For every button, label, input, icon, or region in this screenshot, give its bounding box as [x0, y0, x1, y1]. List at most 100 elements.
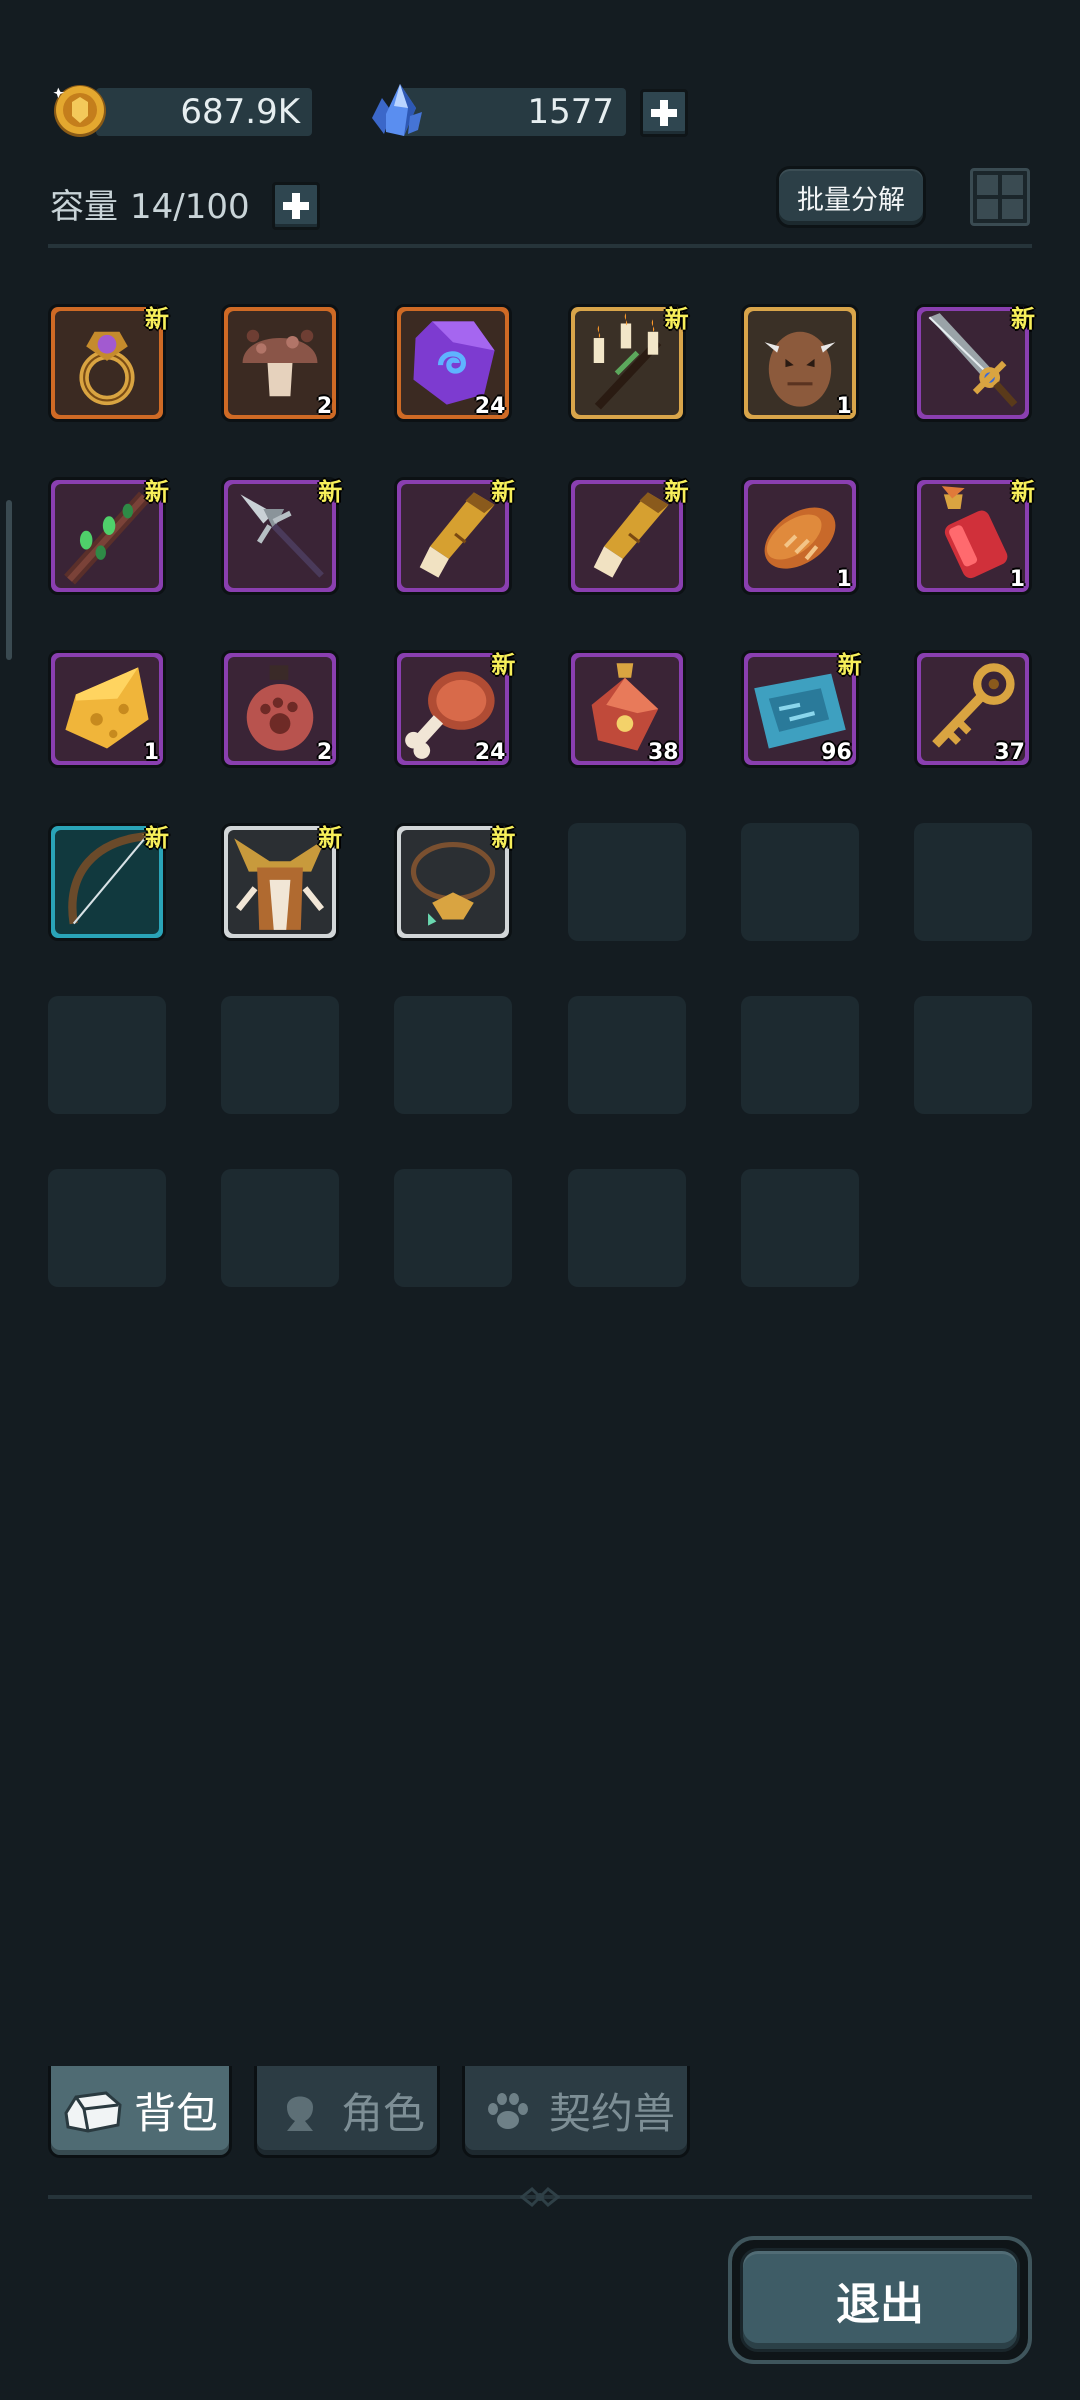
item-count: 37 — [994, 740, 1025, 765]
item-count: 38 — [647, 740, 679, 765]
empty-slot[interactable] — [740, 823, 859, 941]
new-badge: 新 — [145, 824, 169, 852]
new-badge: 新 — [1011, 478, 1035, 506]
inventory-slot-paw-potion[interactable]: 2 — [221, 650, 340, 768]
new-badge: 新 — [837, 651, 862, 679]
new-badge: 新 — [491, 478, 516, 506]
thorn-staff-icon — [64, 491, 150, 585]
bow-icon — [68, 832, 153, 925]
tab-backpack[interactable]: 背包 — [48, 2066, 232, 2158]
inventory-slot-golden-gauntlet-1[interactable]: 新 — [394, 477, 515, 595]
inventory-slot-ring[interactable]: 新 — [48, 304, 169, 422]
slot-frame — [574, 311, 679, 415]
empty-slot[interactable] — [567, 1169, 686, 1287]
tab-character[interactable]: 角色 — [254, 2066, 440, 2158]
inventory-slot-red-potion-flask[interactable]: 新1 — [914, 477, 1035, 595]
inventory-slot-golden-gauntlet-2[interactable]: 新 — [567, 477, 689, 595]
inventory-slot-purple-rune-stone[interactable]: 24 — [394, 304, 513, 422]
candle-staff-icon — [593, 313, 661, 410]
slot-frame — [574, 484, 679, 588]
item-count: 2 — [316, 394, 333, 419]
backpack-icon — [64, 2090, 122, 2133]
inventory-slot-candle-staff[interactable]: 新 — [567, 304, 689, 422]
empty-slot[interactable] — [914, 823, 1032, 941]
plus-icon — [651, 100, 677, 126]
new-badge: 新 — [491, 824, 516, 852]
slot-frame — [401, 830, 506, 934]
item-count: 1 — [836, 567, 852, 592]
empty-slot[interactable] — [740, 1169, 859, 1287]
empty-slot[interactable] — [48, 996, 166, 1114]
inventory-slot-bread[interactable]: 1 — [740, 477, 859, 595]
inventory-slot-meat-leg[interactable]: 新 24 — [394, 650, 515, 768]
slot-frame — [55, 830, 159, 934]
exit-button[interactable]: 退出 — [728, 2236, 1032, 2364]
inventory-slot-monster-egg[interactable]: 1 — [740, 304, 859, 422]
empty-slot[interactable] — [48, 1169, 166, 1287]
empty-slot[interactable] — [740, 996, 859, 1114]
gold-coin-icon — [53, 85, 106, 137]
new-badge: 新 — [318, 824, 343, 852]
amulet-icon — [411, 841, 496, 926]
slot-frame — [228, 484, 333, 588]
gem-amount: 1577 — [400, 88, 626, 136]
inventory-slot-great-sword[interactable]: 新 — [914, 304, 1035, 422]
inventory-slot-elixir-bottle[interactable]: 38 — [567, 650, 686, 768]
item-count: 2 — [316, 740, 333, 765]
slot-frame — [401, 484, 506, 588]
empty-slot[interactable] — [394, 996, 513, 1114]
grid-view-toggle-icon[interactable] — [970, 168, 1030, 226]
new-badge: 新 — [491, 651, 516, 679]
empty-slot[interactable] — [221, 996, 340, 1114]
character-bust-icon — [286, 2096, 313, 2131]
item-count: 24 — [474, 740, 506, 765]
inventory-slot-bow[interactable]: 新 — [48, 823, 169, 941]
top-divider — [48, 244, 1032, 248]
batch-decompose-button[interactable]: 批量分解 — [776, 166, 926, 228]
ring-icon — [79, 331, 135, 406]
spear-icon — [240, 494, 325, 578]
add-gems-button[interactable] — [640, 89, 688, 137]
item-count: 96 — [821, 740, 852, 765]
item-count: 1 — [143, 740, 159, 765]
empty-slot[interactable] — [567, 996, 686, 1114]
slot-frame — [921, 311, 1025, 415]
paw-icon — [487, 2092, 528, 2129]
empty-slot[interactable] — [567, 823, 686, 941]
slot-frame — [55, 311, 159, 415]
inventory-capacity: 容量 14/100 — [50, 183, 250, 231]
capacity-value: 14/100 — [130, 187, 250, 227]
item-count: 1 — [836, 394, 852, 419]
tab-contract-beast[interactable]: 契约兽 — [462, 2066, 690, 2158]
scrollbar[interactable] — [6, 500, 12, 660]
inventory-slot-thorn-staff[interactable]: 新 — [48, 477, 169, 595]
tab-label: 背包 — [133, 2089, 218, 2138]
plus-icon — [283, 193, 309, 219]
new-badge: 新 — [145, 305, 169, 333]
empty-slot[interactable] — [221, 1169, 340, 1287]
inventory-slot-golden-key[interactable]: 37 — [914, 650, 1032, 768]
inventory-slot-amulet[interactable]: 新 — [394, 823, 515, 941]
new-badge: 新 — [318, 478, 343, 506]
horned-helmet-icon — [234, 838, 326, 930]
inventory-slot-blue-scroll-map[interactable]: 新 96 — [740, 650, 862, 768]
divider-ornament-icon — [520, 2186, 560, 2208]
inventory-slot-horned-helmet[interactable]: 新 — [221, 823, 342, 941]
expand-capacity-button[interactable] — [272, 182, 320, 230]
great-sword-icon — [928, 313, 1018, 408]
tab-label: 角色 — [340, 2089, 425, 2138]
empty-slot[interactable] — [914, 996, 1032, 1114]
inventory-slot-cheese[interactable]: 1 — [48, 650, 166, 768]
item-count: 24 — [474, 394, 506, 419]
exit-button-label: 退出 — [740, 2248, 1020, 2352]
slot-frame — [55, 484, 159, 588]
inventory-slot-spear[interactable]: 新 — [221, 477, 342, 595]
slot-frame — [228, 830, 333, 934]
capacity-label: 容量 — [50, 187, 118, 227]
empty-slot[interactable] — [394, 1169, 513, 1287]
gold-amount: 687.9K — [96, 88, 312, 136]
inventory-slot-mushroom[interactable]: 2 — [221, 304, 340, 422]
golden-gauntlet-1-icon — [420, 492, 495, 578]
new-badge: 新 — [664, 478, 689, 506]
tab-label: 契约兽 — [548, 2089, 675, 2138]
